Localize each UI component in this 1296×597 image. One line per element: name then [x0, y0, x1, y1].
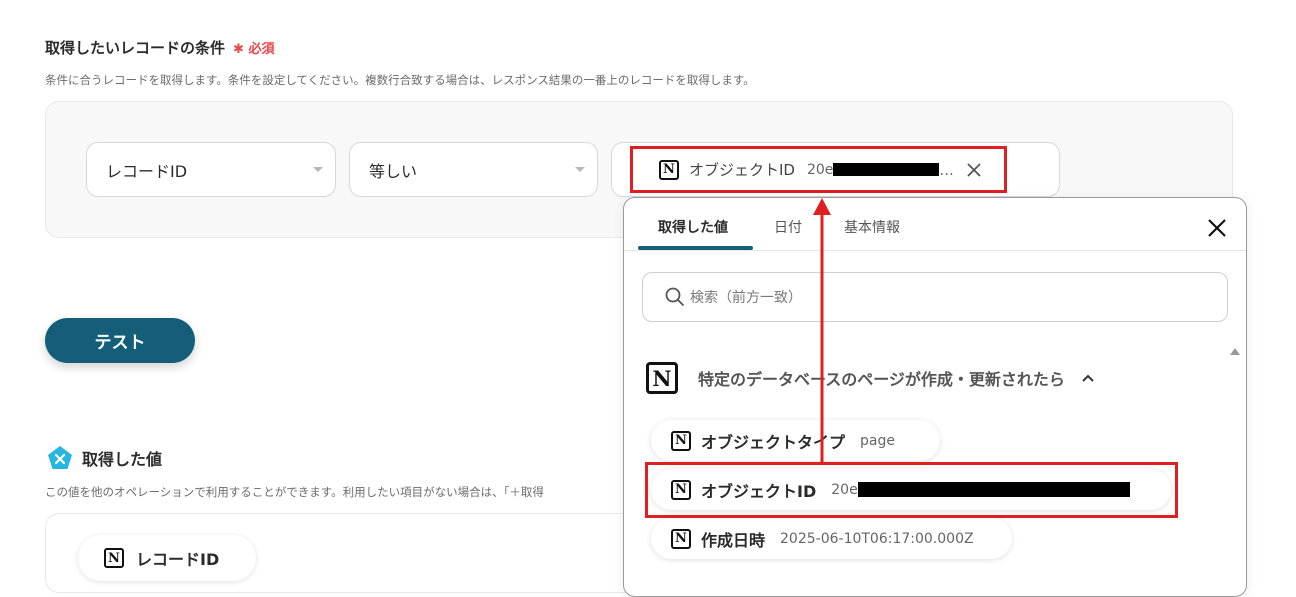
test-button[interactable]: テスト	[45, 318, 195, 363]
value-chip-label: オブジェクトID	[689, 161, 795, 179]
required-label: 必須	[248, 42, 275, 57]
list-item[interactable]: N オブジェクトタイプ page	[651, 420, 940, 461]
field-select[interactable]: レコードID	[86, 142, 336, 197]
notion-icon: N	[104, 548, 124, 568]
chevron-up-icon	[1082, 374, 1094, 382]
field-select-value: レコードID	[106, 161, 188, 181]
gained-values-title: 取得した値	[47, 445, 162, 471]
search-icon	[665, 287, 685, 307]
close-icon[interactable]	[1204, 215, 1230, 241]
group-header[interactable]: N 特定のデータベースのページが作成・更新されたら	[646, 362, 1095, 394]
notion-icon: N	[659, 159, 679, 180]
list-item[interactable]: N 作成日時 2025-06-10T06:17:00.000Z	[651, 518, 1012, 559]
redacted-value	[833, 163, 940, 176]
chevron-down-icon	[313, 167, 323, 172]
item-label: 作成日時	[701, 530, 766, 550]
value-chip-ellipsis: ...	[939, 160, 954, 179]
operator-select-value: 等しい	[369, 161, 418, 181]
value-chip-prefix: 20e	[806, 161, 834, 178]
item-value: 2025-06-10T06:17:00.000Z	[780, 530, 974, 547]
section-description: 条件に合うレコードを取得します。条件を設定してください。複数行合致する場合は、レ…	[45, 73, 755, 87]
annotation-arrow	[813, 198, 831, 463]
required-mark: ✱ 必須	[233, 42, 274, 57]
notion-icon: N	[646, 362, 678, 394]
gained-value-chip-label: レコードID	[136, 550, 220, 569]
asterisk-icon: ✱	[233, 42, 244, 57]
item-value: page	[860, 432, 895, 449]
notion-icon: N	[671, 528, 691, 549]
highlight-box	[645, 462, 1178, 518]
operator-select[interactable]: 等しい	[349, 142, 598, 197]
gained-values-title-text: 取得した値	[82, 450, 163, 469]
pentagon-x-icon	[48, 446, 72, 469]
scroll-up-arrow[interactable]	[1230, 348, 1240, 355]
tab-gained-values[interactable]: 取得した値	[658, 217, 728, 237]
value-chip[interactable]: N オブジェクトID 20e ...	[630, 146, 1007, 193]
close-icon[interactable]	[967, 162, 981, 177]
notion-icon: N	[671, 430, 691, 451]
chevron-down-icon	[575, 167, 585, 172]
section-title-text: 取得したいレコードの条件	[45, 39, 226, 57]
search-placeholder: 検索（前方一致）	[690, 290, 802, 306]
gained-value-chip[interactable]: N レコードID	[78, 535, 256, 581]
tab-divider	[624, 250, 1246, 251]
tab-date[interactable]: 日付	[774, 217, 802, 237]
tab-basic-info[interactable]: 基本情報	[844, 217, 900, 237]
gained-values-description: この値を他のオペレーションで利用することができます。利用したい項目がない場合は、…	[45, 485, 544, 499]
section-title: 取得したいレコードの条件 ✱ 必須	[45, 37, 274, 58]
group-title: 特定のデータベースのページが作成・更新されたら	[698, 370, 1065, 389]
search-input[interactable]: 検索（前方一致）	[642, 272, 1228, 322]
